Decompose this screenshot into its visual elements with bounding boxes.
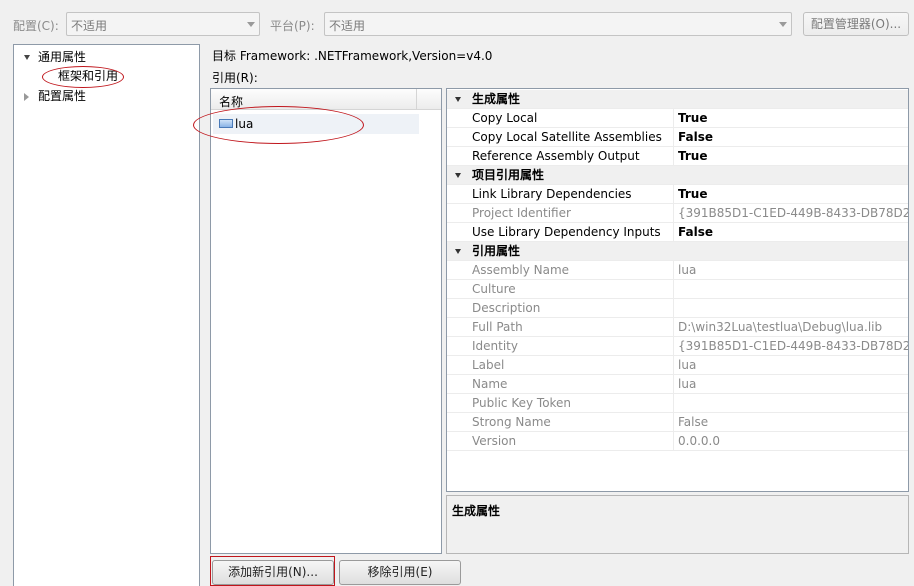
chevron-down-icon (779, 22, 787, 27)
grid-property-name: Description (472, 301, 541, 315)
target-framework-label: 目标 Framework: .NETFramework,Version=v4.0 (212, 49, 493, 63)
chevron-down-icon (247, 22, 255, 27)
grid-property-row[interactable]: Strong Name False (447, 413, 908, 432)
reference-name: lua (235, 117, 254, 131)
grid-property-name: Strong Name (472, 415, 551, 429)
grid-property-name: Copy Local Satellite Assemblies (472, 130, 662, 144)
platform-combo-value: 不适用 (329, 19, 366, 33)
grid-property-value: lua (673, 356, 908, 375)
references-label: 引用(R): (212, 71, 258, 85)
grid-property-name: Public Key Token (472, 396, 572, 410)
grid-property-row[interactable]: Use Library Dependency Inputs False (447, 223, 908, 242)
grid-property-name: Name (472, 377, 508, 391)
grid-property-value (673, 299, 908, 318)
grid-property-row[interactable]: Identity {391B85D1-C1ED-449B-8433-DB78D2F… (447, 337, 908, 356)
config-label: 配置(C): (13, 19, 59, 33)
expand-arrow-icon[interactable] (455, 97, 461, 102)
grid-property-value[interactable]: True (673, 109, 908, 128)
grid-property-value: {391B85D1-C1ED-449B-8433-DB78D2F03 (673, 337, 908, 356)
grid-property-value: {391B85D1-C1ED-449B-8433-DB78D2F03 (673, 204, 908, 223)
property-grid[interactable]: 生成属性 Copy Local True Copy Local Satellite A… (446, 88, 909, 492)
grid-category[interactable]: 引用属性 (447, 242, 908, 261)
grid-property-row[interactable]: Version 0.0.0.0 (447, 432, 908, 451)
grid-property-name: Identity (472, 339, 518, 353)
grid-category[interactable]: 生成属性 (447, 90, 908, 109)
platform-label: 平台(P): (270, 19, 315, 33)
description-title: 生成属性 (452, 504, 501, 518)
tree-node-label: 通用属性 (38, 50, 87, 64)
collapse-arrow-icon (24, 92, 29, 101)
grid-property-value (673, 394, 908, 413)
grid-property-row[interactable]: Copy Local Satellite Assemblies False (447, 128, 908, 147)
grid-property-row[interactable]: Full Path D:\win32Lua\testlua\Debug\lua.l… (447, 318, 908, 337)
grid-property-name: Project Identifier (472, 206, 571, 220)
grid-property-value: lua (673, 375, 908, 394)
grid-property-row[interactable]: Culture (447, 280, 908, 299)
tree-node-common-props[interactable]: 通用属性 (24, 48, 86, 66)
grid-property-value: lua (673, 261, 908, 280)
expand-arrow-icon[interactable] (455, 173, 461, 178)
remove-reference-button[interactable]: 移除引用(E) (339, 560, 461, 585)
grid-property-name: Use Library Dependency Inputs (472, 225, 661, 239)
grid-property-row[interactable]: Reference Assembly Output True (447, 147, 908, 166)
grid-property-value[interactable]: True (673, 147, 908, 166)
expand-arrow-icon[interactable] (455, 249, 461, 254)
list-item[interactable]: lua (213, 114, 419, 134)
platform-combo[interactable]: 不适用 (324, 12, 792, 36)
grid-property-value: False (673, 413, 908, 432)
tree-node-config-props[interactable]: 配置属性 (24, 87, 86, 105)
tree-node-label: 框架和引用 (58, 69, 119, 83)
grid-property-name: Version (472, 434, 517, 448)
grid-property-name: Culture (472, 282, 516, 296)
expand-arrow-icon (24, 55, 30, 60)
grid-property-name: Reference Assembly Output (472, 149, 640, 163)
grid-property-name: Link Library Dependencies (472, 187, 632, 201)
grid-property-value[interactable]: False (673, 223, 908, 242)
list-header-name: 名称 (219, 95, 244, 109)
grid-property-row[interactable]: Description (447, 299, 908, 318)
tree-node-framework-refs[interactable]: 框架和引用 (58, 67, 118, 85)
tree-node-label: 配置属性 (38, 89, 87, 103)
grid-property-row[interactable]: Public Key Token (447, 394, 908, 413)
grid-category[interactable]: 项目引用属性 (447, 166, 908, 185)
grid-property-name: Assembly Name (472, 263, 570, 277)
grid-property-name: Label (472, 358, 505, 372)
grid-property-value: D:\win32Lua\testlua\Debug\lua.lib (673, 318, 908, 337)
grid-property-row[interactable]: Label lua (447, 356, 908, 375)
list-header-filler (417, 89, 441, 110)
grid-property-value[interactable]: False (673, 128, 908, 147)
grid-property-row[interactable]: Assembly Name lua (447, 261, 908, 280)
description-panel: 生成属性 (446, 495, 909, 554)
grid-property-row[interactable]: Name lua (447, 375, 908, 394)
grid-category-title: 项目引用属性 (472, 168, 545, 182)
grid-category-title: 引用属性 (472, 244, 521, 258)
grid-property-name: Full Path (472, 320, 523, 334)
reference-icon (219, 119, 233, 128)
grid-category-title: 生成属性 (472, 92, 521, 106)
property-tree: 通用属性 框架和引用 配置属性 (13, 44, 200, 586)
grid-property-row[interactable]: Project Identifier {391B85D1-C1ED-449B-84… (447, 204, 908, 223)
config-combo-value: 不适用 (71, 19, 108, 33)
grid-property-value[interactable]: True (673, 185, 908, 204)
references-list[interactable]: 名称 lua (210, 88, 442, 554)
add-reference-button[interactable]: 添加新引用(N)... (212, 560, 334, 585)
grid-property-value (673, 280, 908, 299)
grid-property-value: 0.0.0.0 (673, 432, 908, 451)
config-manager-button[interactable]: 配置管理器(O)... (803, 12, 909, 36)
list-column-header[interactable]: 名称 (211, 89, 417, 110)
grid-property-name: Copy Local (472, 111, 538, 125)
grid-property-row[interactable]: Link Library Dependencies True (447, 185, 908, 204)
config-combo[interactable]: 不适用 (66, 12, 260, 36)
grid-property-row[interactable]: Copy Local True (447, 109, 908, 128)
